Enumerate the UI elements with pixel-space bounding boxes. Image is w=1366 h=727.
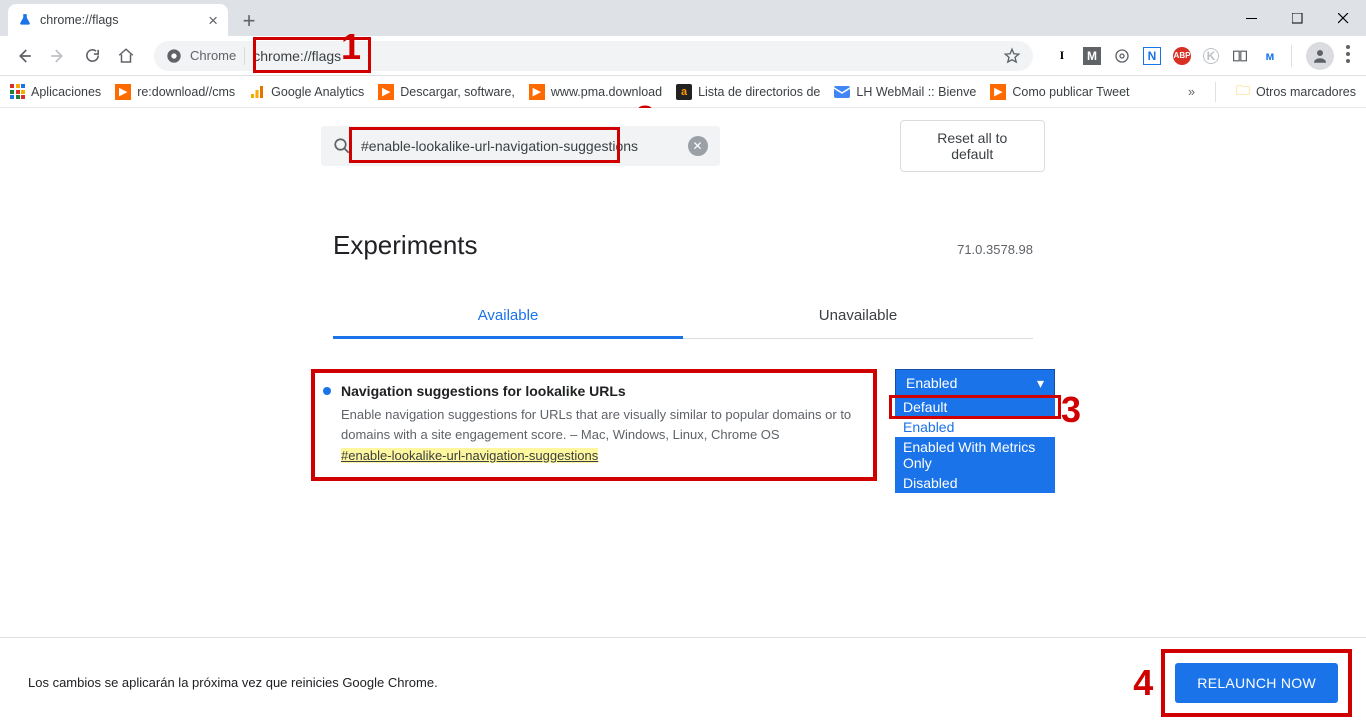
apps-icon — [10, 84, 25, 99]
flag-anchor[interactable]: #enable-lookalike-url-navigation-suggest… — [341, 448, 859, 463]
annotation-number-1: 1 — [341, 26, 361, 68]
tab-available[interactable]: Available — [333, 295, 683, 339]
ext-icon[interactable]: N — [1143, 47, 1161, 65]
flag-option[interactable]: Enabled With Metrics Only — [895, 437, 1055, 473]
mail-icon — [834, 84, 850, 100]
flag-option[interactable]: Enabled — [895, 417, 1055, 437]
chevron-down-icon: ▾ — [1037, 375, 1044, 392]
bookmark-icon: ▶ — [990, 84, 1006, 100]
browser-tab[interactable]: chrome://flags × — [8, 4, 228, 36]
relaunch-button[interactable]: RELAUNCH NOW — [1175, 663, 1338, 703]
page-title: Experiments — [333, 230, 478, 261]
ext-icon[interactable]: м — [1261, 47, 1279, 65]
bookmark-icon: ▶ — [529, 84, 545, 100]
flag-dropdown: Default Enabled Enabled With Metrics Onl… — [895, 397, 1055, 493]
amazon-icon: a — [676, 84, 692, 100]
bookmark-item[interactable]: Google Analytics — [249, 84, 364, 100]
modified-dot-icon — [323, 387, 331, 395]
bookmark-item[interactable]: ▶Descargar, software, — [378, 84, 515, 100]
maximize-button[interactable] — [1274, 0, 1320, 36]
close-window-button[interactable] — [1320, 0, 1366, 36]
address-origin: Chrome — [190, 48, 236, 63]
toolbar: Chrome I M N ABP K м — [0, 36, 1366, 76]
back-button[interactable] — [10, 42, 38, 70]
analytics-icon — [249, 84, 265, 100]
flag-select[interactable]: Enabled ▾ — [895, 369, 1055, 397]
extension-icons: I M N ABP K м — [1053, 47, 1279, 65]
relaunch-message: Los cambios se aplicarán la próxima vez … — [28, 675, 438, 690]
flask-icon — [18, 13, 32, 27]
ext-icon[interactable]: ABP — [1173, 47, 1191, 65]
other-bookmarks[interactable]: 🗀Otros marcadores — [1236, 80, 1356, 104]
chrome-icon — [166, 48, 182, 64]
flag-description: Enable navigation suggestions for URLs t… — [341, 405, 859, 444]
flag-row: Navigation suggestions for lookalike URL… — [311, 369, 871, 485]
tab-unavailable[interactable]: Unavailable — [683, 295, 1033, 339]
ext-icon[interactable]: K — [1203, 48, 1219, 64]
chrome-version: 71.0.3578.98 — [957, 242, 1033, 257]
bookmark-icon: ▶ — [378, 84, 394, 100]
relaunch-bar: Los cambios se aplicarán la próxima vez … — [0, 637, 1366, 727]
close-icon[interactable]: × — [208, 12, 218, 29]
flags-search[interactable]: ✕ — [321, 126, 720, 166]
bookmark-item[interactable]: ▶re:download//cms — [115, 84, 235, 100]
ext-icon[interactable] — [1231, 47, 1249, 65]
forward-button — [44, 42, 72, 70]
tab-title: chrome://flags — [40, 13, 119, 27]
flag-option[interactable]: Default — [895, 397, 1055, 417]
tab-strip: chrome://flags × + — [0, 0, 1366, 36]
annotation-number-4: 4 — [1133, 662, 1153, 704]
folder-icon: 🗀 — [1236, 80, 1250, 104]
menu-button[interactable] — [1346, 45, 1350, 66]
star-icon[interactable] — [1003, 47, 1021, 65]
address-bar[interactable]: Chrome — [154, 41, 1033, 71]
bookmark-item[interactable]: LH WebMail :: Bienve — [834, 84, 976, 100]
bookmark-item[interactable]: aLista de directorios de — [676, 84, 820, 100]
flags-search-input[interactable] — [361, 138, 678, 154]
minimize-button[interactable] — [1228, 0, 1274, 36]
search-icon — [333, 137, 351, 155]
new-tab-button[interactable]: + — [234, 6, 264, 36]
bookmark-overflow[interactable]: » — [1188, 85, 1195, 99]
home-button[interactable] — [112, 42, 140, 70]
flag-title: Navigation suggestions for lookalike URL… — [341, 383, 626, 399]
flag-option[interactable]: Disabled — [895, 473, 1055, 493]
bookmark-icon: ▶ — [115, 84, 131, 100]
ext-icon[interactable] — [1113, 47, 1131, 65]
window-controls — [1228, 0, 1366, 36]
profile-avatar[interactable] — [1306, 42, 1334, 70]
apps-shortcut[interactable]: Aplicaciones — [10, 84, 101, 99]
reload-button[interactable] — [78, 42, 106, 70]
clear-search-button[interactable]: ✕ — [688, 136, 708, 156]
flag-select-value: Enabled — [906, 375, 957, 391]
flag-tabs: Available Unavailable — [333, 295, 1033, 339]
annotation-number-3: 3 — [1061, 389, 1081, 431]
page-content: ✕ Reset all to default Experiments 71.0.… — [0, 108, 1366, 727]
reset-all-button[interactable]: Reset all to default — [900, 120, 1046, 172]
ext-icon[interactable]: I — [1053, 47, 1071, 65]
bookmark-item[interactable]: ▶Como publicar Tweet — [990, 84, 1129, 100]
ext-icon[interactable]: M — [1083, 47, 1101, 65]
bookmark-bar: Aplicaciones ▶re:download//cms Google An… — [0, 76, 1366, 108]
